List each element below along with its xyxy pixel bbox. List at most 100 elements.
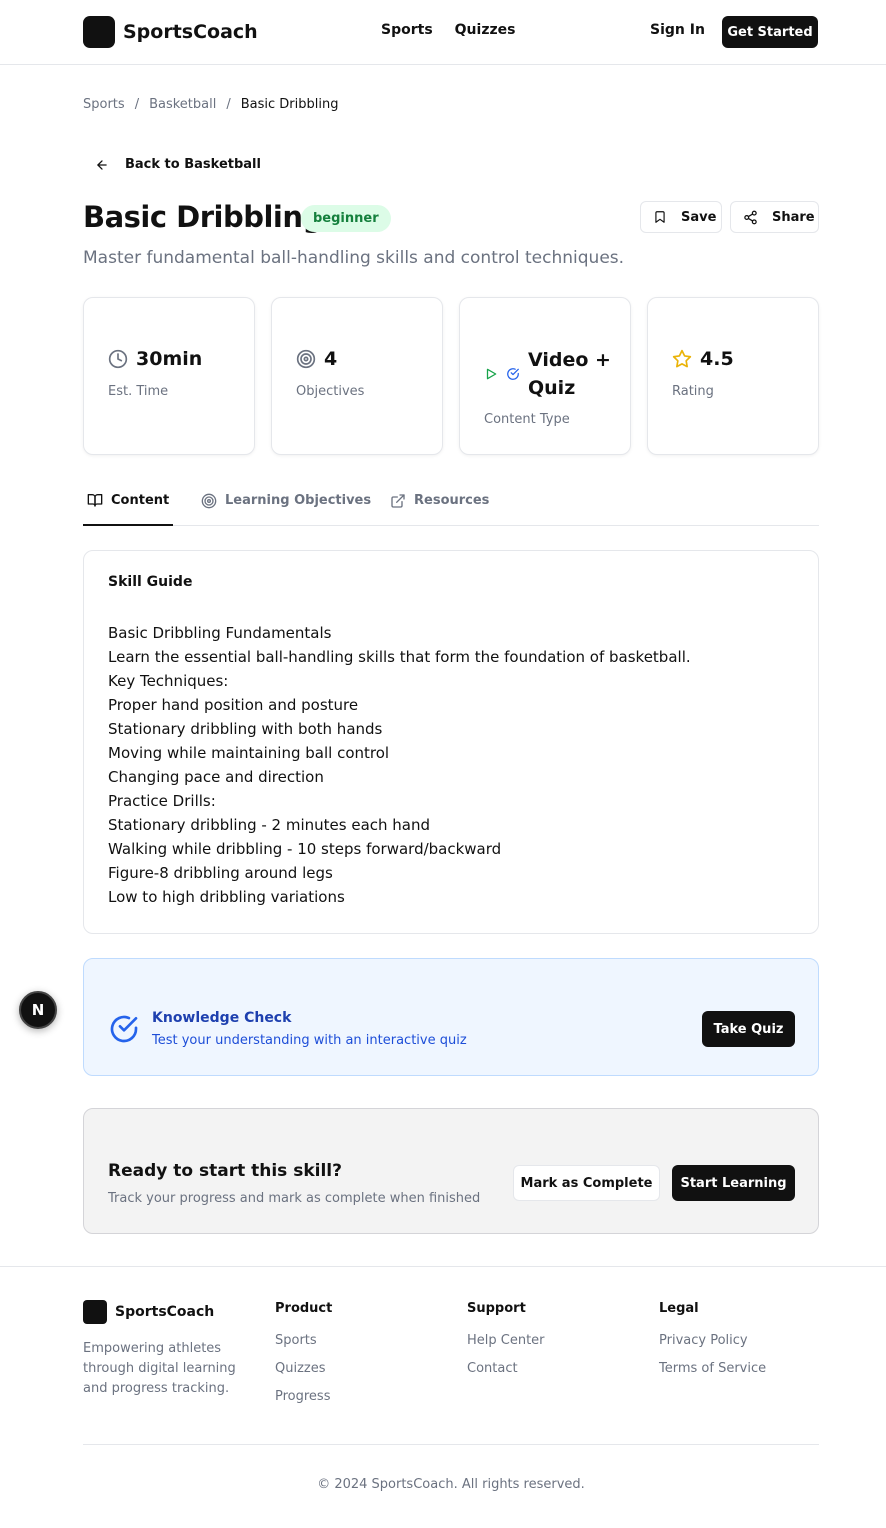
nav-quizzes[interactable]: Quizzes (455, 22, 516, 38)
back-link-label: Back to Basketball (125, 157, 261, 172)
knowledge-check-card: Knowledge Check Test your understanding … (83, 958, 819, 1076)
share-button[interactable]: Share (730, 201, 819, 233)
breadcrumb-sports[interactable]: Sports (83, 97, 125, 112)
stat-card-content-type: Video + Quiz Content Type (459, 297, 631, 455)
guide-line: Stationary dribbling with both hands (108, 720, 383, 738)
stat-label: Content Type (484, 412, 570, 427)
external-link-icon (390, 493, 406, 509)
footer-link-sports[interactable]: Sports (275, 1332, 332, 1349)
footer-column-legal: Legal Privacy Policy Terms of Service (659, 1301, 766, 1388)
arrow-left-icon (95, 158, 109, 172)
stat-label: Objectives (296, 384, 365, 399)
stat-value: Video + Quiz (528, 349, 611, 399)
sign-in-link[interactable]: Sign In (650, 22, 705, 38)
ready-card: Ready to start this skill? Track your pr… (83, 1108, 819, 1234)
guide-line: Low to high dribbling variations (108, 888, 345, 906)
breadcrumb-basketball[interactable]: Basketball (149, 97, 216, 112)
main-nav: Sports Quizzes (381, 22, 515, 38)
skill-description: Master fundamental ball-handling skills … (83, 248, 625, 268)
save-label: Save (681, 209, 717, 225)
guide-line: Proper hand position and posture (108, 696, 359, 714)
stat-label: Est. Time (108, 384, 169, 399)
back-to-basketball-link[interactable]: Back to Basketball (95, 157, 261, 172)
page-title: Basic Dribbling (83, 200, 323, 234)
tab-content-label: Content (111, 492, 170, 508)
share-icon (743, 210, 758, 225)
level-badge: beginner (301, 205, 391, 232)
guide-line: Basic Dribbling Fundamentals (108, 624, 332, 642)
clock-icon (108, 349, 128, 369)
footer-column-product: Product Sports Quizzes Progress (275, 1301, 332, 1416)
footer-brand-name: SportsCoach (115, 1304, 215, 1320)
guide-line: Learn the essential ball-handling skills… (108, 648, 691, 666)
footer-brand[interactable]: SportsCoach (83, 1300, 214, 1324)
save-button[interactable]: Save (640, 201, 722, 233)
footer-description: Empowering athletes through digital lear… (83, 1341, 236, 1396)
get-started-button[interactable]: Get Started (722, 16, 818, 48)
guide-line: Stationary dribbling - 2 minutes each ha… (108, 816, 431, 834)
nav-sports[interactable]: Sports (381, 22, 433, 38)
target-icon (296, 349, 316, 369)
site-footer: SportsCoach Empowering athletes through … (0, 1266, 886, 1528)
breadcrumb: Sports / Basketball / Basic Dribbling (83, 97, 338, 112)
book-icon (87, 492, 103, 508)
share-label: Share (772, 209, 815, 225)
knowledge-check-title: Knowledge Check (152, 1010, 292, 1026)
skill-guide-card: Skill Guide Basic Dribbling Fundamentals… (83, 550, 819, 934)
breadcrumb-separator: / (134, 97, 140, 112)
footer-copyright: © 2024 SportsCoach. All rights reserved. (317, 1477, 585, 1492)
check-circle-icon (506, 367, 520, 381)
footer-column-title: Product (275, 1301, 333, 1316)
footer-link-progress[interactable]: Progress (275, 1388, 332, 1405)
take-quiz-button[interactable]: Take Quiz (702, 1011, 795, 1047)
guide-line: Walking while dribbling - 10 steps forwa… (108, 840, 502, 858)
tab-resources-label: Resources (414, 493, 490, 508)
guide-line: Key Techniques: (108, 672, 229, 690)
star-icon (672, 349, 692, 369)
footer-link-contact[interactable]: Contact (467, 1360, 545, 1377)
footer-link-terms-of-service[interactable]: Terms of Service (659, 1360, 766, 1377)
guide-line: Changing pace and direction (108, 768, 324, 786)
stat-value: 4.5 (700, 348, 734, 370)
tab-objectives-label: Learning Objectives (225, 493, 372, 508)
logo-mark (83, 16, 115, 48)
footer-column-support: Support Help Center Contact (467, 1301, 545, 1388)
stat-value: 4 (324, 348, 338, 370)
brand-logo[interactable]: SportsCoach (83, 16, 258, 48)
guide-line: Moving while maintaining ball control (108, 744, 390, 762)
stat-card-rating: 4.5 Rating (647, 297, 819, 455)
stat-label: Rating (672, 384, 714, 399)
footer-link-privacy-policy[interactable]: Privacy Policy (659, 1332, 766, 1349)
knowledge-check-subtitle: Test your understanding with an interact… (152, 1033, 467, 1048)
tab-learning-objectives[interactable]: Learning Objectives (197, 486, 375, 525)
ready-subtitle: Track your progress and mark as complete… (108, 1191, 481, 1206)
stat-card-objectives: 4 Objectives (271, 297, 443, 455)
footer-column-title: Legal (659, 1301, 699, 1316)
check-circle-icon (108, 1013, 140, 1045)
footer-link-help-center[interactable]: Help Center (467, 1332, 545, 1349)
tab-resources[interactable]: Resources (386, 486, 493, 525)
skill-guide-title: Skill Guide (108, 574, 193, 590)
mark-complete-button[interactable]: Mark as Complete (513, 1165, 660, 1201)
skill-guide-body: Basic Dribbling Fundamentals Learn the e… (108, 621, 691, 909)
play-icon (484, 367, 498, 381)
tab-content[interactable]: Content (83, 486, 174, 526)
stat-card-time: 30min Est. Time (83, 297, 255, 455)
site-header: SportsCoach Sports Quizzes Sign In Get S… (0, 0, 886, 65)
start-learning-button[interactable]: Start Learning (672, 1165, 795, 1201)
breadcrumb-separator: / (226, 97, 231, 112)
footer-logo-mark (83, 1300, 107, 1324)
footer-divider (83, 1444, 819, 1445)
guide-line: Practice Drills: (108, 792, 216, 810)
stat-value: 30min (136, 348, 203, 370)
guide-line: Figure-8 dribbling around legs (108, 864, 333, 882)
ready-title: Ready to start this skill? (108, 1161, 342, 1181)
brand-name: SportsCoach (123, 21, 258, 43)
footer-column-title: Support (467, 1301, 526, 1316)
content-tabs: Content Learning Objectives Resources (83, 486, 819, 526)
footer-link-quizzes[interactable]: Quizzes (275, 1360, 332, 1377)
dev-tools-badge[interactable]: N (19, 991, 57, 1029)
target-icon (201, 493, 217, 509)
bookmark-icon (653, 210, 667, 224)
breadcrumb-current: Basic Dribbling (240, 97, 339, 112)
